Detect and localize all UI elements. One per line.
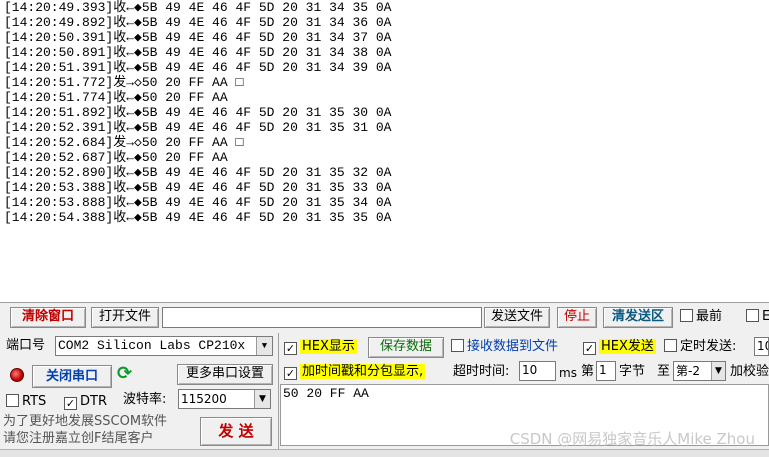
baud-label: 波特率:	[123, 392, 167, 407]
port-label: 端口号	[6, 338, 46, 353]
to-label: 至	[657, 364, 671, 379]
log-line: [14:20:53.388]收←◆5B 49 4E 46 4F 5D 20 31…	[4, 180, 392, 195]
dtr-checkbox-box[interactable]: ✓	[64, 397, 77, 410]
save-data-button[interactable]: 保存数据	[368, 337, 444, 358]
watermark: CSDN @网易独家音乐人Mike Zhou	[509, 430, 755, 448]
log-line: [14:20:50.891]收←◆5B 49 4E 46 4F 5D 20 31…	[4, 45, 392, 60]
english-checkbox[interactable]: E	[746, 308, 769, 326]
recv-to-file-checkbox-box[interactable]	[451, 339, 464, 352]
timeout-input[interactable]: 10	[519, 361, 556, 381]
topmost-checkbox[interactable]: 最前	[680, 308, 722, 326]
send-button[interactable]: 发 送	[200, 417, 272, 446]
chevron-down-icon[interactable]: ▼	[254, 390, 270, 408]
timestamp-label: 加时间戳和分包显示,	[300, 364, 426, 379]
byte-end-select[interactable]: 第-2 ▼	[673, 361, 726, 381]
recv-to-file-label: 接收数据到文件	[467, 339, 559, 354]
panel-divider	[278, 333, 279, 449]
promo-text-1: 为了更好地发展SSCOM软件	[3, 414, 168, 429]
log-line: [14:20:51.892]收←◆5B 49 4E 46 4F 5D 20 31…	[4, 105, 392, 120]
log-line: [14:20:51.391]收←◆5B 49 4E 46 4F 5D 20 31…	[4, 60, 392, 75]
baud-select[interactable]: 115200 ▼	[178, 389, 271, 409]
log-line: [14:20:50.391]收←◆5B 49 4E 46 4F 5D 20 31…	[4, 30, 392, 45]
log-line: [14:20:52.684]发→◇50 20 FF AA □	[4, 135, 244, 150]
log-line: [14:20:51.774]收←◆50 20 FF AA	[4, 90, 228, 105]
english-label: E	[762, 309, 769, 324]
hex-display-label: HEX显示	[300, 339, 357, 354]
timeout-label: 超时时间:	[453, 364, 510, 379]
log-line: [14:20:52.890]收←◆5B 49 4E 46 4F 5D 20 31…	[4, 165, 392, 180]
clear-window-button[interactable]: 清除窗口	[10, 307, 86, 328]
hex-send-checkbox-box[interactable]: ✓	[583, 342, 596, 355]
port-status-led-icon	[10, 368, 24, 382]
refresh-icon[interactable]: ⟳	[117, 365, 132, 383]
timed-send-checkbox[interactable]: 定时发送:	[664, 338, 736, 356]
checksum-label: 加校验	[730, 364, 769, 379]
port-select-value: COM2 Silicon Labs CP210x	[58, 338, 246, 353]
status-bar	[0, 449, 769, 457]
english-checkbox-box[interactable]	[746, 309, 759, 322]
nth-label: 第	[581, 364, 595, 379]
file-path-input[interactable]	[162, 307, 482, 328]
dtr-checkbox[interactable]: ✓ DTR	[64, 393, 107, 411]
open-file-button[interactable]: 打开文件	[91, 307, 159, 328]
byte-label: 字节	[619, 364, 646, 379]
hex-display-checkbox[interactable]: ✓ HEX显示	[284, 338, 357, 356]
port-select[interactable]: COM2 Silicon Labs CP210x ▼	[55, 336, 273, 356]
recv-to-file-checkbox[interactable]: 接收数据到文件	[451, 338, 558, 356]
log-line: [14:20:52.391]收←◆5B 49 4E 46 4F 5D 20 31…	[4, 120, 392, 135]
topmost-label: 最前	[696, 309, 723, 324]
timestamp-checkbox-box[interactable]: ✓	[284, 367, 297, 380]
ms-label: ms	[559, 366, 577, 380]
more-port-settings-button[interactable]: 更多串口设置	[177, 364, 273, 385]
close-port-button[interactable]: 关闭串口	[32, 365, 112, 388]
clear-send-area-button[interactable]: 清发送区	[603, 307, 673, 328]
timed-send-checkbox-box[interactable]	[664, 339, 677, 352]
log-line: [14:20:49.892]收←◆5B 49 4E 46 4F 5D 20 31…	[4, 15, 392, 30]
rts-checkbox-box[interactable]	[6, 394, 19, 407]
byte-end-select-value: 第-2	[676, 364, 700, 378]
timed-send-label: 定时发送:	[680, 339, 737, 354]
log-line: [14:20:53.888]收←◆5B 49 4E 46 4F 5D 20 31…	[4, 195, 392, 210]
rts-label: RTS	[22, 394, 47, 409]
log-line: [14:20:51.772]发→◇50 20 FF AA □	[4, 75, 244, 90]
hex-display-checkbox-box[interactable]: ✓	[284, 342, 297, 355]
receive-log[interactable]: [14:20:49.393]收←◆5B 49 4E 46 4F 5D 20 31…	[0, 0, 769, 300]
timestamp-checkbox[interactable]: ✓ 加时间戳和分包显示,	[284, 363, 426, 381]
dtr-label: DTR	[80, 394, 107, 409]
promo-text-2: 请您注册嘉立创F结尾客户	[3, 431, 154, 446]
stop-button[interactable]: 停止	[557, 307, 597, 328]
log-line: [14:20:54.388]收←◆5B 49 4E 46 4F 5D 20 31…	[4, 210, 392, 225]
rts-checkbox[interactable]: RTS	[6, 393, 46, 411]
log-line: [14:20:49.393]收←◆5B 49 4E 46 4F 5D 20 31…	[4, 0, 392, 15]
log-line: [14:20:52.687]收←◆50 20 FF AA	[4, 150, 228, 165]
chevron-down-icon[interactable]: ▼	[711, 362, 725, 380]
send-text: 50 20 FF AA	[283, 386, 369, 401]
hex-send-label: HEX发送	[599, 339, 656, 354]
hex-send-checkbox[interactable]: ✓ HEX发送	[583, 338, 656, 356]
baud-select-value: 115200	[181, 392, 227, 406]
timed-send-interval-input[interactable]: 10	[754, 337, 769, 356]
byte-start-input[interactable]: 1	[596, 361, 616, 381]
chevron-down-icon[interactable]: ▼	[256, 337, 272, 355]
topmost-checkbox-box[interactable]	[680, 309, 693, 322]
send-file-button[interactable]: 发送文件	[484, 307, 550, 328]
